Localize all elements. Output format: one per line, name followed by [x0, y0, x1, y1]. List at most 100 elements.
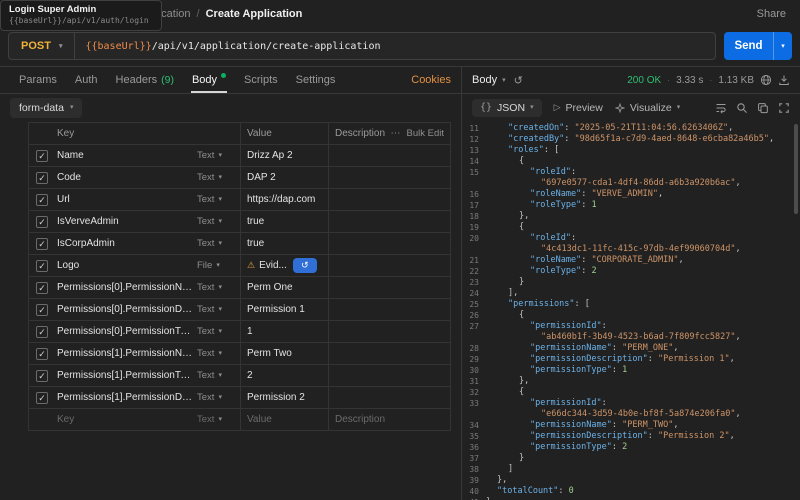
body-type-select[interactable]: form-data ▾ — [10, 98, 82, 118]
globe-icon[interactable] — [760, 74, 772, 86]
tab-body[interactable]: Body — [183, 67, 235, 93]
row-key-input[interactable]: Key — [55, 414, 195, 425]
row-key-input[interactable]: Permissions[1].PermissionDescription — [55, 392, 195, 403]
row-key-input[interactable]: IsCorpAdmin — [55, 238, 195, 249]
row-checkbox[interactable]: ✓ — [36, 392, 48, 404]
row-type-select[interactable]: Text▾ — [195, 167, 241, 188]
tab-params[interactable]: Params — [10, 67, 66, 93]
row-description-input[interactable] — [329, 189, 450, 210]
share-button[interactable]: Share — [757, 8, 786, 20]
row-value-input[interactable]: Permission 2 — [241, 387, 329, 408]
save-response-icon[interactable] — [778, 74, 790, 86]
row-type-select[interactable]: Text▾ — [195, 321, 241, 342]
row-description-input[interactable] — [329, 255, 450, 276]
row-description-input[interactable] — [329, 343, 450, 364]
row-type-select[interactable]: Text▾ — [195, 365, 241, 386]
row-value-input[interactable]: true — [241, 211, 329, 232]
row-key-input[interactable]: Permissions[1].PermissionName — [55, 348, 195, 359]
row-value-input[interactable]: DAP 2 — [241, 167, 329, 188]
row-checkbox[interactable]: ✓ — [36, 216, 48, 228]
row-checkbox[interactable]: ✓ — [36, 150, 48, 162]
row-key-input[interactable]: Code — [55, 172, 195, 183]
row-value-input[interactable]: 2 — [241, 365, 329, 386]
response-body-code[interactable]: 11"createdOn": "2025-05-21T11:04:56.6263… — [462, 121, 800, 500]
row-key-input[interactable]: Permissions[0].PermissionDescription — [55, 304, 195, 315]
preview-button[interactable]: ▷ Preview — [554, 102, 603, 114]
row-description-input[interactable] — [329, 277, 450, 298]
cookies-link[interactable]: Cookies — [411, 74, 451, 86]
json-line-content: "permissionDescription": "Permission 1", — [486, 354, 735, 365]
row-key-input[interactable]: Name — [55, 150, 195, 161]
row-value-input[interactable]: ⚠Evid...↺ — [241, 255, 329, 276]
row-description-input[interactable] — [329, 387, 450, 408]
row-description-input[interactable] — [329, 365, 450, 386]
row-description-input[interactable] — [329, 321, 450, 342]
row-key-input[interactable]: Permissions[1].PermissionType — [55, 370, 195, 381]
row-type-select[interactable]: Text▾ — [195, 189, 241, 210]
row-value-input[interactable]: Permission 1 — [241, 299, 329, 320]
row-value-input[interactable]: 1 — [241, 321, 329, 342]
row-value-input[interactable]: Perm One — [241, 277, 329, 298]
row-checkbox[interactable]: ✓ — [36, 348, 48, 360]
scrollbar-thumb[interactable] — [794, 124, 798, 214]
row-description-input[interactable] — [329, 233, 450, 254]
row-checkbox[interactable]: ✓ — [36, 172, 48, 184]
row-type-select[interactable]: Text▾ — [195, 409, 241, 430]
row-value-input[interactable]: true — [241, 233, 329, 254]
row-type-label: Text — [197, 392, 214, 403]
row-description-input[interactable] — [329, 211, 450, 232]
visualize-button[interactable]: Visualize ▾ — [615, 102, 680, 114]
row-checkbox[interactable]: ✓ — [36, 326, 48, 338]
row-key-input[interactable]: Permissions[0].PermissionType — [55, 326, 195, 337]
row-type-select[interactable]: Text▾ — [195, 387, 241, 408]
row-key-input[interactable]: Logo — [55, 260, 195, 271]
row-type-select[interactable]: Text▾ — [195, 299, 241, 320]
row-key-input[interactable]: Url — [55, 194, 195, 205]
row-description-input[interactable] — [329, 167, 450, 188]
send-options-button[interactable]: ▾ — [774, 32, 792, 60]
tab-headers[interactable]: Headers(9) — [107, 67, 183, 93]
row-type-select[interactable]: Text▾ — [195, 233, 241, 254]
row-type-select[interactable]: Text▾ — [195, 343, 241, 364]
row-type-select[interactable]: Text▾ — [195, 211, 241, 232]
response-body-select[interactable]: Body ▾ — [472, 74, 506, 86]
row-value-input[interactable]: Value — [241, 409, 329, 430]
search-icon[interactable] — [736, 102, 748, 114]
row-checkbox[interactable]: ✓ — [36, 238, 48, 250]
send-button[interactable]: Send — [724, 32, 774, 60]
line-number — [462, 244, 486, 255]
method-select[interactable]: POST ▾ — [9, 33, 75, 59]
row-checkbox[interactable]: ✓ — [36, 304, 48, 316]
row-description-input[interactable] — [329, 145, 450, 166]
row-type-select[interactable]: Text▾ — [195, 277, 241, 298]
history-icon[interactable]: ↺ — [514, 74, 523, 87]
status-badge[interactable]: 200 OK — [627, 75, 661, 86]
row-value-text: Permission 1 — [247, 304, 305, 315]
tab-scripts[interactable]: Scripts — [235, 67, 287, 93]
response-format-select[interactable]: {} JSON ▾ — [472, 99, 542, 117]
row-checkbox[interactable]: ✓ — [36, 260, 48, 272]
json-token: : [ — [575, 299, 590, 309]
url-input[interactable]: {{baseUrl}}/api/v1/application/create-ap… — [75, 41, 390, 52]
row-description-input[interactable] — [329, 299, 450, 320]
bulk-edit-button[interactable]: ⋯ Bulk Edit — [391, 128, 445, 139]
row-value-input[interactable]: Drizz Ap 2 — [241, 145, 329, 166]
row-description-input[interactable]: Description — [329, 409, 450, 430]
row-key-input[interactable]: Permissions[0].PermissionName — [55, 282, 195, 293]
row-type-select[interactable]: Text▾ — [195, 145, 241, 166]
response-size[interactable]: 1.13 KB — [718, 75, 754, 86]
row-type-select[interactable]: File▾ — [195, 255, 241, 276]
row-checkbox[interactable]: ✓ — [36, 370, 48, 382]
row-key-input[interactable]: IsVerveAdmin — [55, 216, 195, 227]
row-checkbox[interactable]: ✓ — [36, 282, 48, 294]
wrap-text-icon[interactable] — [715, 102, 727, 114]
file-revert-button[interactable]: ↺ — [293, 258, 317, 273]
response-time[interactable]: 3.33 s — [676, 75, 703, 86]
row-checkbox[interactable]: ✓ — [36, 194, 48, 206]
tab-auth[interactable]: Auth — [66, 67, 107, 93]
row-value-input[interactable]: https://dap.com — [241, 189, 329, 210]
row-value-input[interactable]: Perm Two — [241, 343, 329, 364]
copy-icon[interactable] — [757, 102, 769, 114]
tab-settings[interactable]: Settings — [287, 67, 345, 93]
expand-icon[interactable] — [778, 102, 790, 114]
